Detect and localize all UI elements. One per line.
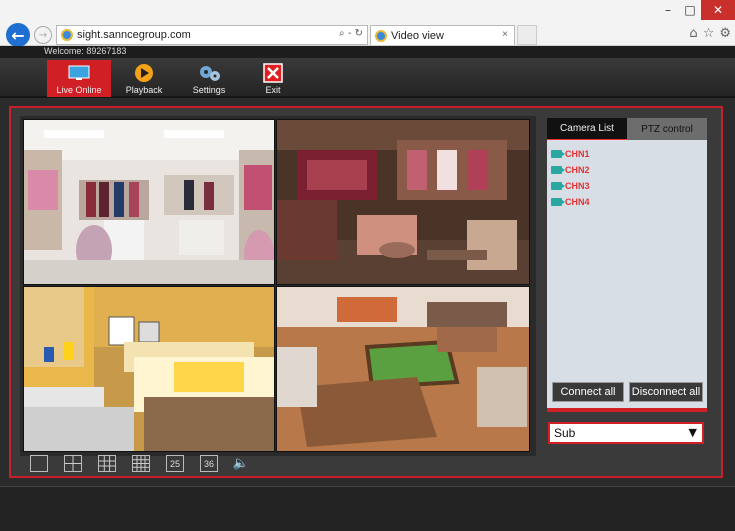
browser-icons: ⌂ ☆ ⚙: [689, 26, 731, 41]
camera-icon: [551, 166, 565, 174]
live-online-button[interactable]: Live Online: [47, 60, 111, 97]
layout-4-button[interactable]: [64, 455, 82, 472]
stream-select[interactable]: Sub ▼: [548, 422, 704, 444]
window-controls: – □ ✕: [657, 0, 735, 22]
forward-button[interactable]: →: [34, 26, 52, 44]
home-icon[interactable]: ⌂: [689, 26, 697, 41]
tab-ptz-control[interactable]: PTZ control: [627, 118, 707, 140]
gears-icon: [198, 64, 220, 82]
chevron-down-icon: ▼: [688, 426, 697, 439]
gear-icon[interactable]: ⚙: [719, 26, 731, 41]
layout-25-button[interactable]: 25: [166, 455, 184, 472]
camera-view-2[interactable]: [276, 119, 530, 285]
new-tab-button[interactable]: [517, 25, 537, 45]
speaker-icon: 🔈: [232, 456, 250, 471]
grid-16-icon: [133, 456, 149, 471]
url-text: sight.sanncegroup.com: [77, 29, 191, 41]
camera-image: [24, 120, 274, 284]
monitor-icon: [68, 64, 90, 82]
connect-all-button[interactable]: Connect all: [552, 382, 624, 402]
layout-1-button[interactable]: [30, 455, 48, 472]
channel-list: CHN1 CHN2 CHN3 CHN4: [551, 146, 590, 210]
channel-label: CHN1: [565, 149, 590, 159]
live-online-label: Live Online: [56, 85, 102, 95]
channel-label: CHN4: [565, 197, 590, 207]
channel-label: CHN3: [565, 181, 590, 191]
address-bar[interactable]: sight.sanncegroup.com ⌕ ‑ ↻: [56, 25, 368, 45]
list-item[interactable]: CHN1: [551, 146, 590, 162]
settings-label: Settings: [192, 85, 226, 95]
layout-36-button[interactable]: 36: [200, 455, 218, 472]
star-icon[interactable]: ☆: [703, 26, 715, 41]
minimize-button[interactable]: –: [657, 0, 679, 20]
channel-label: CHN2: [565, 165, 590, 175]
audio-button[interactable]: 🔈: [232, 455, 250, 472]
arrow-right-icon: →: [38, 29, 48, 41]
exit-label: Exit: [265, 85, 281, 95]
tab-title: Video view: [391, 29, 444, 42]
close-window-button[interactable]: ✕: [701, 0, 735, 20]
side-panel: Camera List PTZ control CHN1 CHN2 CHN3 C…: [547, 118, 707, 412]
ie-icon: [61, 29, 73, 41]
camera-view-1[interactable]: [23, 119, 275, 285]
welcome-text: Welcome: 89267183: [44, 46, 127, 56]
play-icon: [133, 64, 155, 82]
list-item[interactable]: CHN3: [551, 178, 590, 194]
arrow-left-icon: ←: [11, 25, 25, 45]
list-item[interactable]: CHN2: [551, 162, 590, 178]
camera-view-3[interactable]: [23, 286, 275, 452]
layout-9-button[interactable]: [98, 455, 116, 472]
grid-9-icon: [99, 456, 115, 471]
camera-image: [277, 287, 529, 451]
settings-button[interactable]: Settings: [185, 60, 233, 97]
stream-select-value: Sub: [554, 426, 576, 440]
camera-image: [277, 120, 529, 284]
footer-bar: [0, 486, 735, 531]
exit-icon: [262, 63, 284, 83]
camera-icon: [551, 150, 565, 158]
camera-icon: [551, 198, 565, 206]
list-item[interactable]: CHN4: [551, 194, 590, 210]
address-tools[interactable]: ⌕ ‑ ↻: [339, 28, 363, 39]
camera-view-4[interactable]: [276, 286, 530, 452]
restore-button[interactable]: □: [679, 0, 701, 20]
tab-camera-list[interactable]: Camera List: [547, 118, 627, 140]
browser-tab[interactable]: Video view ×: [370, 25, 515, 45]
exit-button[interactable]: Exit: [255, 60, 291, 97]
tab-close-button[interactable]: ×: [502, 29, 508, 40]
ie-icon: [375, 29, 387, 42]
playback-button[interactable]: Playback: [120, 60, 168, 97]
disconnect-all-button[interactable]: Disconnect all: [629, 382, 703, 402]
back-button[interactable]: ←: [6, 23, 30, 47]
layout-16-button[interactable]: [132, 455, 150, 472]
camera-image: [24, 287, 274, 451]
grid-4-icon: [65, 456, 81, 471]
camera-icon: [551, 182, 565, 190]
app-window: – □ ✕ ← → sight.sanncegroup.com ⌕ ‑ ↻ Vi…: [0, 0, 735, 531]
playback-label: Playback: [125, 85, 163, 95]
